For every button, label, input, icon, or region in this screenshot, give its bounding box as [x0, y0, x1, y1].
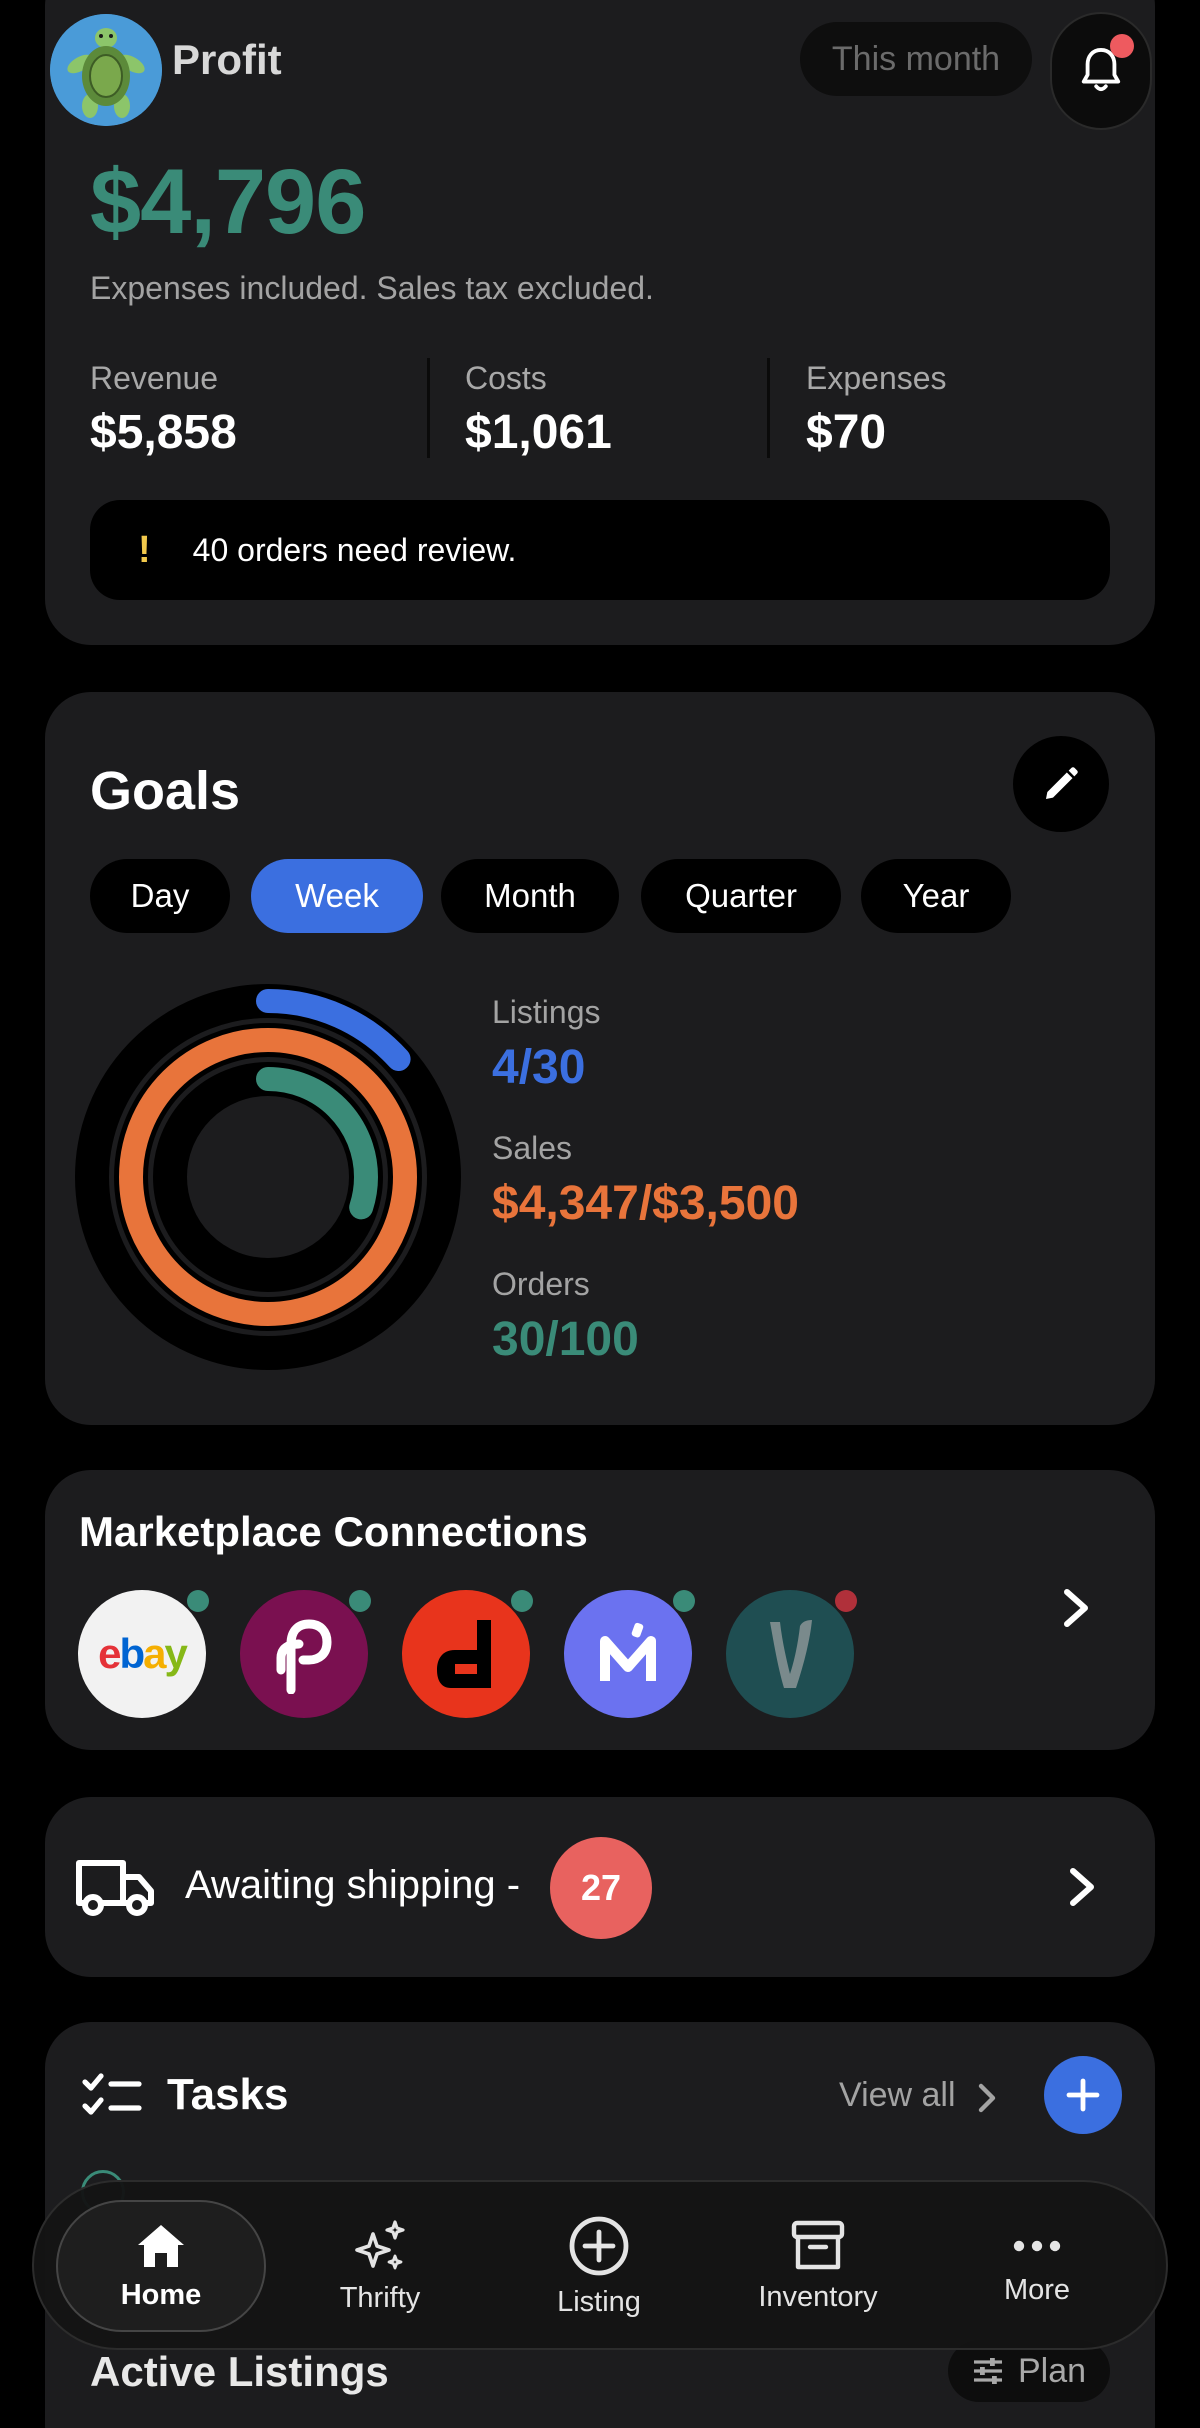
expenses-label: Expenses	[806, 360, 947, 396]
truck-icon	[76, 1860, 154, 1916]
profit-amount: $4,796	[90, 151, 366, 253]
ebay-logo[interactable]: ebay	[78, 1590, 206, 1718]
nav-listing-label: Listing	[557, 2285, 641, 2318]
chevron-right-icon[interactable]	[1067, 1865, 1099, 1909]
mercari-icon	[600, 1622, 656, 1681]
orders-label: Orders	[492, 1266, 590, 1302]
costs-label: Costs	[465, 360, 547, 396]
revenue-value: $5,858	[90, 406, 237, 459]
revenue-label: Revenue	[90, 360, 219, 396]
poshmark-icon	[276, 1619, 332, 1694]
chevron-right-icon[interactable]	[1061, 1586, 1093, 1630]
sliders-icon	[973, 2358, 1002, 2384]
bottom-navigation: Home Thrifty Listing Inventory More	[32, 2180, 1168, 2350]
stat-divider	[767, 358, 770, 458]
goals-card: Goals Day Week Month Quarter Year Listin…	[45, 692, 1155, 1425]
nav-thrifty-label: Thrifty	[339, 2281, 421, 2314]
sales-label: Sales	[492, 1130, 573, 1166]
stat-divider	[427, 358, 430, 458]
shipping-count-badge: 27	[550, 1837, 652, 1939]
depop-logo[interactable]	[402, 1590, 530, 1718]
top-header: Profit This month	[0, 0, 1200, 130]
nav-more-label: More	[1003, 2273, 1071, 2306]
status-dot	[187, 1590, 209, 1612]
review-text: 40 orders need review.	[192, 531, 517, 568]
profit-note: Expenses included. Sales tax excluded.	[90, 270, 654, 306]
pencil-icon	[1046, 767, 1078, 799]
archive-icon	[791, 2220, 845, 2269]
nav-more[interactable]: More	[932, 2200, 1142, 2332]
notification-dot	[1110, 34, 1134, 58]
nav-home-label: Home	[120, 2278, 202, 2311]
turtle-avatar-icon	[50, 14, 162, 126]
home-icon	[138, 2224, 184, 2267]
edit-goals-button[interactable]	[1013, 736, 1109, 832]
costs-stat: Costs $1,061	[465, 360, 612, 460]
nav-inventory[interactable]: Inventory	[713, 2200, 923, 2332]
plan-label: Plan	[1017, 2351, 1087, 2390]
goals-title: Goals	[90, 761, 241, 821]
checklist-icon	[82, 2073, 142, 2115]
tasks-title: Tasks	[167, 2070, 289, 2119]
costs-value: $1,061	[465, 406, 612, 459]
period-quarter[interactable]: Quarter	[641, 859, 841, 933]
ellipsis-icon	[1013, 2240, 1061, 2251]
vinted-icon	[770, 1620, 812, 1688]
mercari-logo[interactable]	[564, 1590, 692, 1718]
plus-icon	[1066, 2078, 1100, 2112]
exclamation-icon: !	[138, 528, 151, 571]
expenses-stat: Expenses $70	[806, 360, 947, 460]
revenue-stat: Revenue $5,858	[90, 360, 237, 460]
expenses-value: $70	[806, 406, 887, 459]
nav-listing[interactable]: Listing	[494, 2200, 704, 2332]
listings-value: 4/30	[492, 1041, 586, 1094]
add-task-button[interactable]	[1044, 2056, 1122, 2134]
poshmark-logo[interactable]	[240, 1590, 368, 1718]
listings-label: Listings	[492, 994, 601, 1030]
ebay-wordmark: ebay	[98, 1630, 188, 1677]
page-title: Profit	[172, 36, 282, 83]
period-day[interactable]: Day	[90, 859, 230, 933]
view-all-tasks-link[interactable]: View all	[839, 2076, 956, 2115]
avatar[interactable]	[50, 14, 162, 126]
goals-progress-rings	[75, 984, 461, 1370]
notifications-button[interactable]	[1050, 12, 1152, 130]
awaiting-shipping-label: Awaiting shipping -	[185, 1863, 521, 1907]
plus-circle-icon	[569, 2216, 629, 2275]
depop-icon	[437, 1620, 491, 1688]
period-year[interactable]: Year	[861, 859, 1011, 933]
nav-inventory-label: Inventory	[758, 2280, 878, 2313]
period-selector[interactable]: This month	[800, 22, 1032, 96]
awaiting-shipping-card[interactable]: Awaiting shipping - 27	[45, 1797, 1155, 1977]
nav-thrifty[interactable]: Thrifty	[275, 2200, 485, 2332]
period-month[interactable]: Month	[441, 859, 619, 933]
nav-home[interactable]: Home	[56, 2200, 266, 2332]
marketplace-title: Marketplace Connections	[79, 1508, 588, 1555]
marketplace-connections-card[interactable]: Marketplace Connections ebay	[45, 1470, 1155, 1750]
status-dot	[511, 1590, 533, 1612]
status-dot	[835, 1590, 857, 1612]
orders-review-banner[interactable]: ! 40 orders need review.	[90, 500, 1110, 600]
sales-value: $4,347/$3,500	[492, 1177, 799, 1230]
active-listings-title: Active Listings	[90, 2348, 389, 2395]
status-dot	[349, 1590, 371, 1612]
vinted-logo[interactable]	[726, 1590, 854, 1718]
orders-value: 30/100	[492, 1313, 639, 1366]
sparkles-icon	[355, 2219, 405, 2269]
period-week[interactable]: Week	[251, 859, 423, 933]
chevron-right-icon[interactable]	[977, 2082, 999, 2114]
status-dot	[673, 1590, 695, 1612]
